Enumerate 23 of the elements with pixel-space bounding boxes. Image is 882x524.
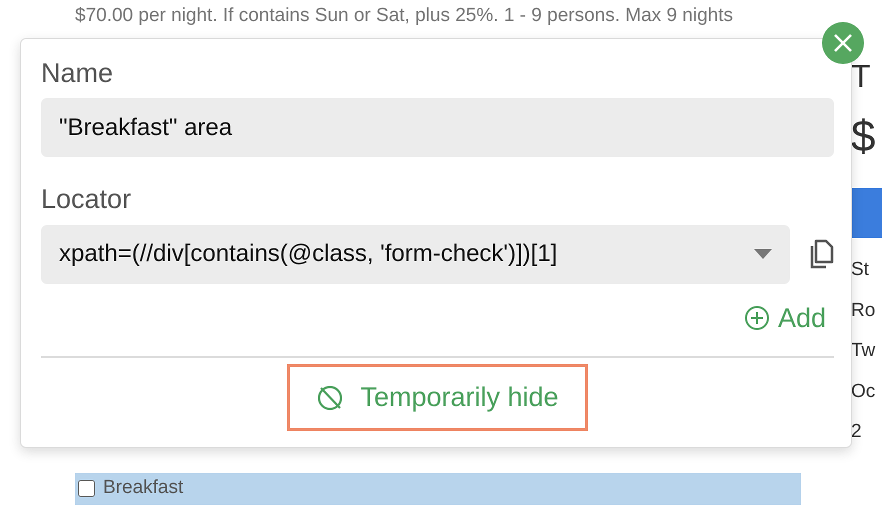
locator-label: Locator xyxy=(41,183,132,216)
action-button[interactable] xyxy=(849,188,882,238)
close-button[interactable] xyxy=(822,22,864,64)
partial-text: Tw xyxy=(851,339,876,363)
name-field[interactable]: "Breakfast" area xyxy=(41,98,834,158)
copy-icon[interactable] xyxy=(808,239,834,270)
plus-circle-icon xyxy=(744,305,770,332)
partial-text: $ xyxy=(851,111,876,163)
partial-text: 2 xyxy=(851,420,863,444)
partial-text: St xyxy=(851,258,870,282)
add-button[interactable]: Add xyxy=(736,298,834,338)
partial-text: Ro xyxy=(851,298,876,322)
caret-icon xyxy=(754,249,772,260)
locator-select[interactable]: xpath=(//div[contains(@class, 'form-check')])[1] xyxy=(41,224,790,284)
checkbox[interactable] xyxy=(78,480,95,497)
slashed-circle-icon xyxy=(316,384,344,412)
temporarily-hide-button[interactable]: Temporarily hide xyxy=(287,364,588,431)
partial-text: T xyxy=(851,57,872,96)
plan-option[interactable]: Breakfast xyxy=(75,472,801,504)
name-label: Name xyxy=(41,57,114,90)
close-icon xyxy=(833,33,853,53)
rate-description: $70.00 per night. If contains Sun or Sat, plus 25%. 1 - 9 persons. Max 9 nights xyxy=(75,4,734,28)
partial-text: Oc xyxy=(851,380,876,404)
